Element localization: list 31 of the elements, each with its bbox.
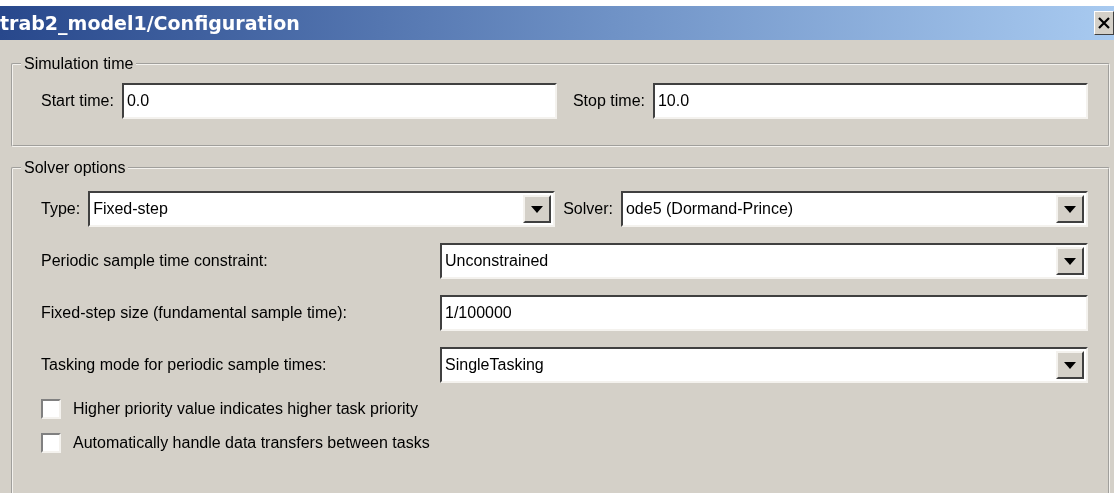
checkbox-label: Higher priority value indicates higher task priority: [73, 400, 419, 418]
caret-icon: [1064, 257, 1076, 265]
field-label: Periodic sample time constraint:: [41, 252, 269, 270]
caret-icon: [1064, 361, 1076, 369]
dropdown[interactable]: Fixed-step: [88, 191, 556, 227]
checkbox[interactable]: [41, 399, 61, 419]
group-legend: Simulation time: [21, 55, 137, 73]
input-field[interactable]: 0.0: [121, 83, 557, 119]
dropdown-arrow-button[interactable]: [1056, 195, 1084, 223]
dropdown[interactable]: ode5 (Dormand-Prince): [620, 191, 1088, 227]
checkbox[interactable]: [41, 433, 61, 453]
input-field[interactable]: 10.0: [652, 83, 1088, 119]
field-label: Fixed-step size (fundamental sample time):: [41, 304, 348, 322]
field-label: Solver:: [563, 200, 613, 218]
caret-icon: [531, 205, 544, 213]
close-icon: [1098, 17, 1110, 29]
field-label: Tasking mode for periodic sample times:: [41, 356, 328, 374]
group-legend: Solver options: [21, 159, 129, 177]
input-field[interactable]: 1/100000: [440, 295, 1088, 331]
dropdown[interactable]: SingleTasking: [440, 347, 1088, 383]
dropdown[interactable]: Unconstrained: [440, 243, 1088, 279]
dropdown-arrow-button[interactable]: [523, 195, 552, 223]
close-button[interactable]: [1094, 11, 1114, 35]
field-label: Stop time:: [572, 92, 645, 110]
field-label: Start time:: [41, 92, 114, 110]
dropdown-arrow-button[interactable]: [1056, 247, 1084, 275]
dropdown-arrow-button[interactable]: [1056, 351, 1084, 379]
field-label: Type:: [41, 200, 81, 218]
window-title: trab2_model1/Configuration: [0, 12, 300, 34]
checkbox-label: Automatically handle data transfers between tasks: [73, 434, 430, 452]
caret-icon: [1064, 205, 1076, 213]
